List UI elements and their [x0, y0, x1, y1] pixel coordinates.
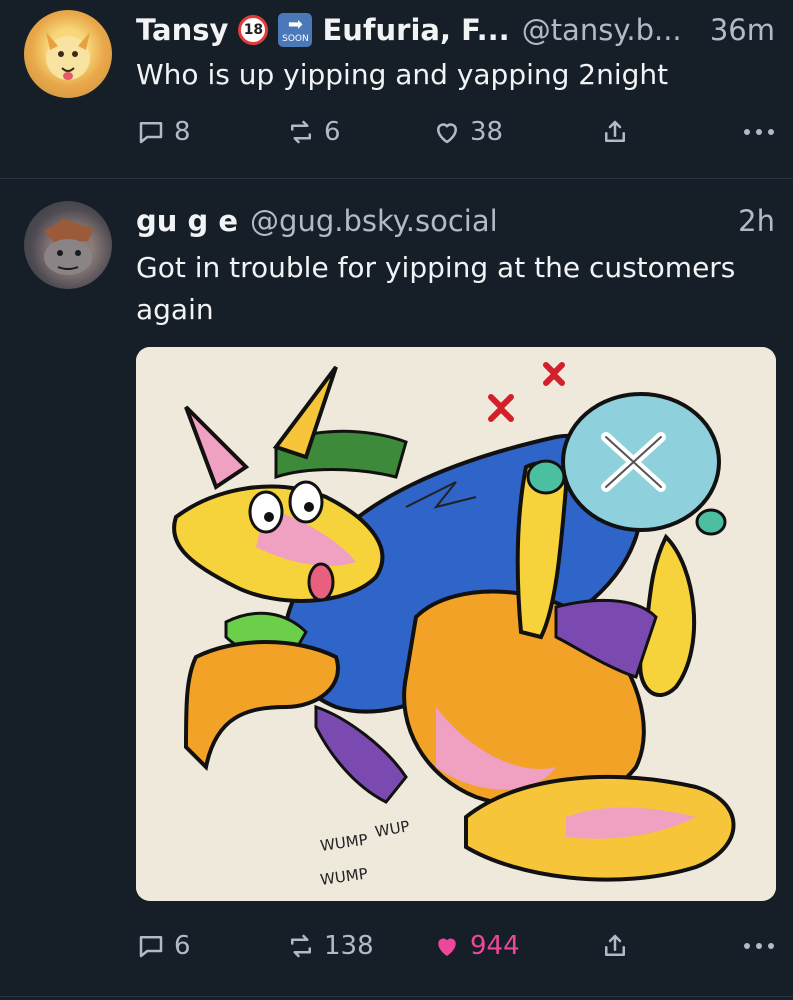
- repost-icon: [291, 120, 311, 144]
- author-handle[interactable]: @tansy.b...: [522, 10, 682, 50]
- under-18-icon: 18: [238, 15, 269, 45]
- like-count: 38: [470, 117, 504, 147]
- avatar[interactable]: [24, 10, 112, 98]
- author-display-suffix[interactable]: Eufuria, F...: [322, 10, 509, 50]
- author-name[interactable]: Tansy: [136, 10, 228, 50]
- more-options-button[interactable]: [742, 112, 776, 152]
- reply-count: 6: [174, 931, 191, 961]
- share-icon: [605, 120, 625, 142]
- like-count: 944: [470, 931, 520, 961]
- share-button[interactable]: [600, 112, 630, 152]
- avatar-art: [44, 219, 94, 275]
- soon-arrow-icon: ➡ SOON: [278, 13, 313, 47]
- post-2[interactable]: gu g e @gug.bsky.social 2h Got in troubl…: [0, 179, 793, 1000]
- repost-button[interactable]: 6: [286, 112, 341, 152]
- ellipsis-icon: [744, 943, 774, 949]
- post-image[interactable]: WUMP WUMP WUP: [136, 347, 776, 901]
- post-time[interactable]: 2h: [730, 201, 775, 241]
- post-1[interactable]: Tansy 18 ➡ SOON Eufuria, F... @tansy.b...…: [0, 0, 793, 178]
- share-button[interactable]: [600, 926, 630, 966]
- reply-count: 8: [174, 117, 191, 147]
- ellipsis-icon: [744, 129, 774, 135]
- repost-count: 6: [324, 117, 341, 147]
- share-icon: [605, 934, 625, 956]
- repost-count: 138: [324, 931, 374, 961]
- reply-button[interactable]: 6: [136, 926, 191, 966]
- like-button[interactable]: 38: [432, 112, 503, 152]
- heart-icon: [437, 123, 457, 144]
- like-button[interactable]: 944: [432, 926, 520, 966]
- repost-icon: [291, 934, 311, 958]
- post-header: Tansy 18 ➡ SOON Eufuria, F... @tansy.b...…: [136, 10, 775, 50]
- repost-button[interactable]: 138: [286, 926, 374, 966]
- post-divider: [0, 996, 793, 997]
- author-name[interactable]: gu g e: [136, 201, 238, 241]
- post-actions: 8 6 38: [136, 112, 776, 152]
- illustration: WUMP WUMP WUP: [136, 347, 776, 901]
- post-header: gu g e @gug.bsky.social 2h: [136, 201, 775, 241]
- post-text: Got in trouble for yipping at the custom…: [136, 251, 736, 326]
- reply-button[interactable]: 8: [136, 112, 191, 152]
- more-options-button[interactable]: [742, 926, 776, 966]
- avatar-fox-art: [46, 32, 90, 80]
- post-time[interactable]: 36m: [702, 10, 775, 50]
- post-text: Who is up yipping and yapping 2night: [136, 58, 669, 91]
- reply-icon: [139, 122, 163, 144]
- heart-filled-icon: [438, 938, 456, 956]
- author-handle[interactable]: @gug.bsky.social: [250, 201, 498, 241]
- reply-icon: [139, 936, 163, 958]
- avatar[interactable]: [24, 201, 112, 289]
- post-actions: 6 138 944: [136, 926, 776, 966]
